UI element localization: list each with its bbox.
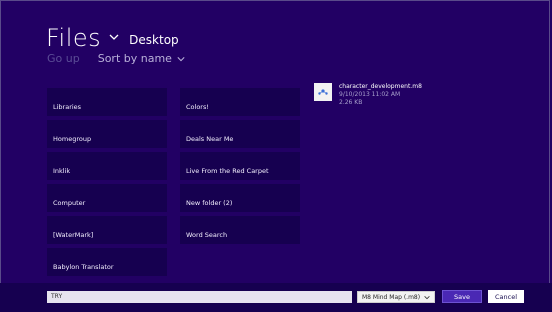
folder-tile-colors[interactable]: Colors! [180,88,300,116]
folder-tile-watermark[interactable]: [WaterMark] [47,216,167,244]
tile-label: Word Search [186,231,228,239]
header: Files Desktop [46,16,179,52]
tile-label: New folder (2) [186,199,233,207]
file-date: 9/10/2013 11:02 AM [339,91,401,98]
chevron-down-icon [424,296,430,300]
folder-tile-babylon-translator[interactable]: Babylon Translator [47,248,167,276]
folder-tile-libraries[interactable]: Libraries [47,88,167,116]
mind-map-file-icon [314,83,332,101]
chevron-down-icon[interactable] [109,32,119,42]
folder-tile-inklik[interactable]: Inklik [47,152,167,180]
tile-label: Computer [53,199,86,207]
folder-tile-homegroup[interactable]: Homegroup [47,120,167,148]
folder-tile-word-search[interactable]: Word Search [180,216,300,244]
current-location[interactable]: Desktop [129,33,179,47]
chevron-down-icon [177,56,185,61]
filename-input[interactable] [47,291,352,303]
folder-tile-live-from-the-red-carpet[interactable]: Live From the Red Carpet [180,152,300,180]
file-type-select[interactable]: M8 Mind Map (.m8) [357,291,435,303]
app-title: Files [46,24,102,52]
tile-label: Libraries [53,103,82,111]
folder-tile-computer[interactable]: Computer [47,184,167,212]
tile-label: Babylon Translator [53,263,114,271]
file-meta: character_development.m8 9/10/2013 11:02… [339,83,422,107]
cancel-button[interactable]: Cancel [488,290,524,303]
tile-label: [WaterMark] [53,231,94,239]
tile-label: Homegroup [53,135,92,143]
file-size: 2.26 KB [339,99,363,106]
file-type-value: M8 Mind Map (.m8) [362,293,421,301]
sort-label: Sort by name [97,52,172,65]
file-name: character_development.m8 [339,83,422,90]
folder-tile-new-folder-2[interactable]: New folder (2) [180,184,300,212]
folder-tile-deals-near-me[interactable]: Deals Near Me [180,120,300,148]
save-button[interactable]: Save [442,290,482,303]
tile-label: Deals Near Me [186,135,234,143]
sort-dropdown[interactable]: Sort by name [98,52,185,65]
tile-label: Colors! [186,103,209,111]
tile-label: Live From the Red Carpet [186,167,269,175]
go-up-button[interactable]: Go up [47,52,80,65]
command-row: Go up Sort by name [47,52,185,65]
file-item[interactable]: character_development.m8 9/10/2013 11:02… [314,83,422,107]
tile-label: Inklik [53,167,71,175]
